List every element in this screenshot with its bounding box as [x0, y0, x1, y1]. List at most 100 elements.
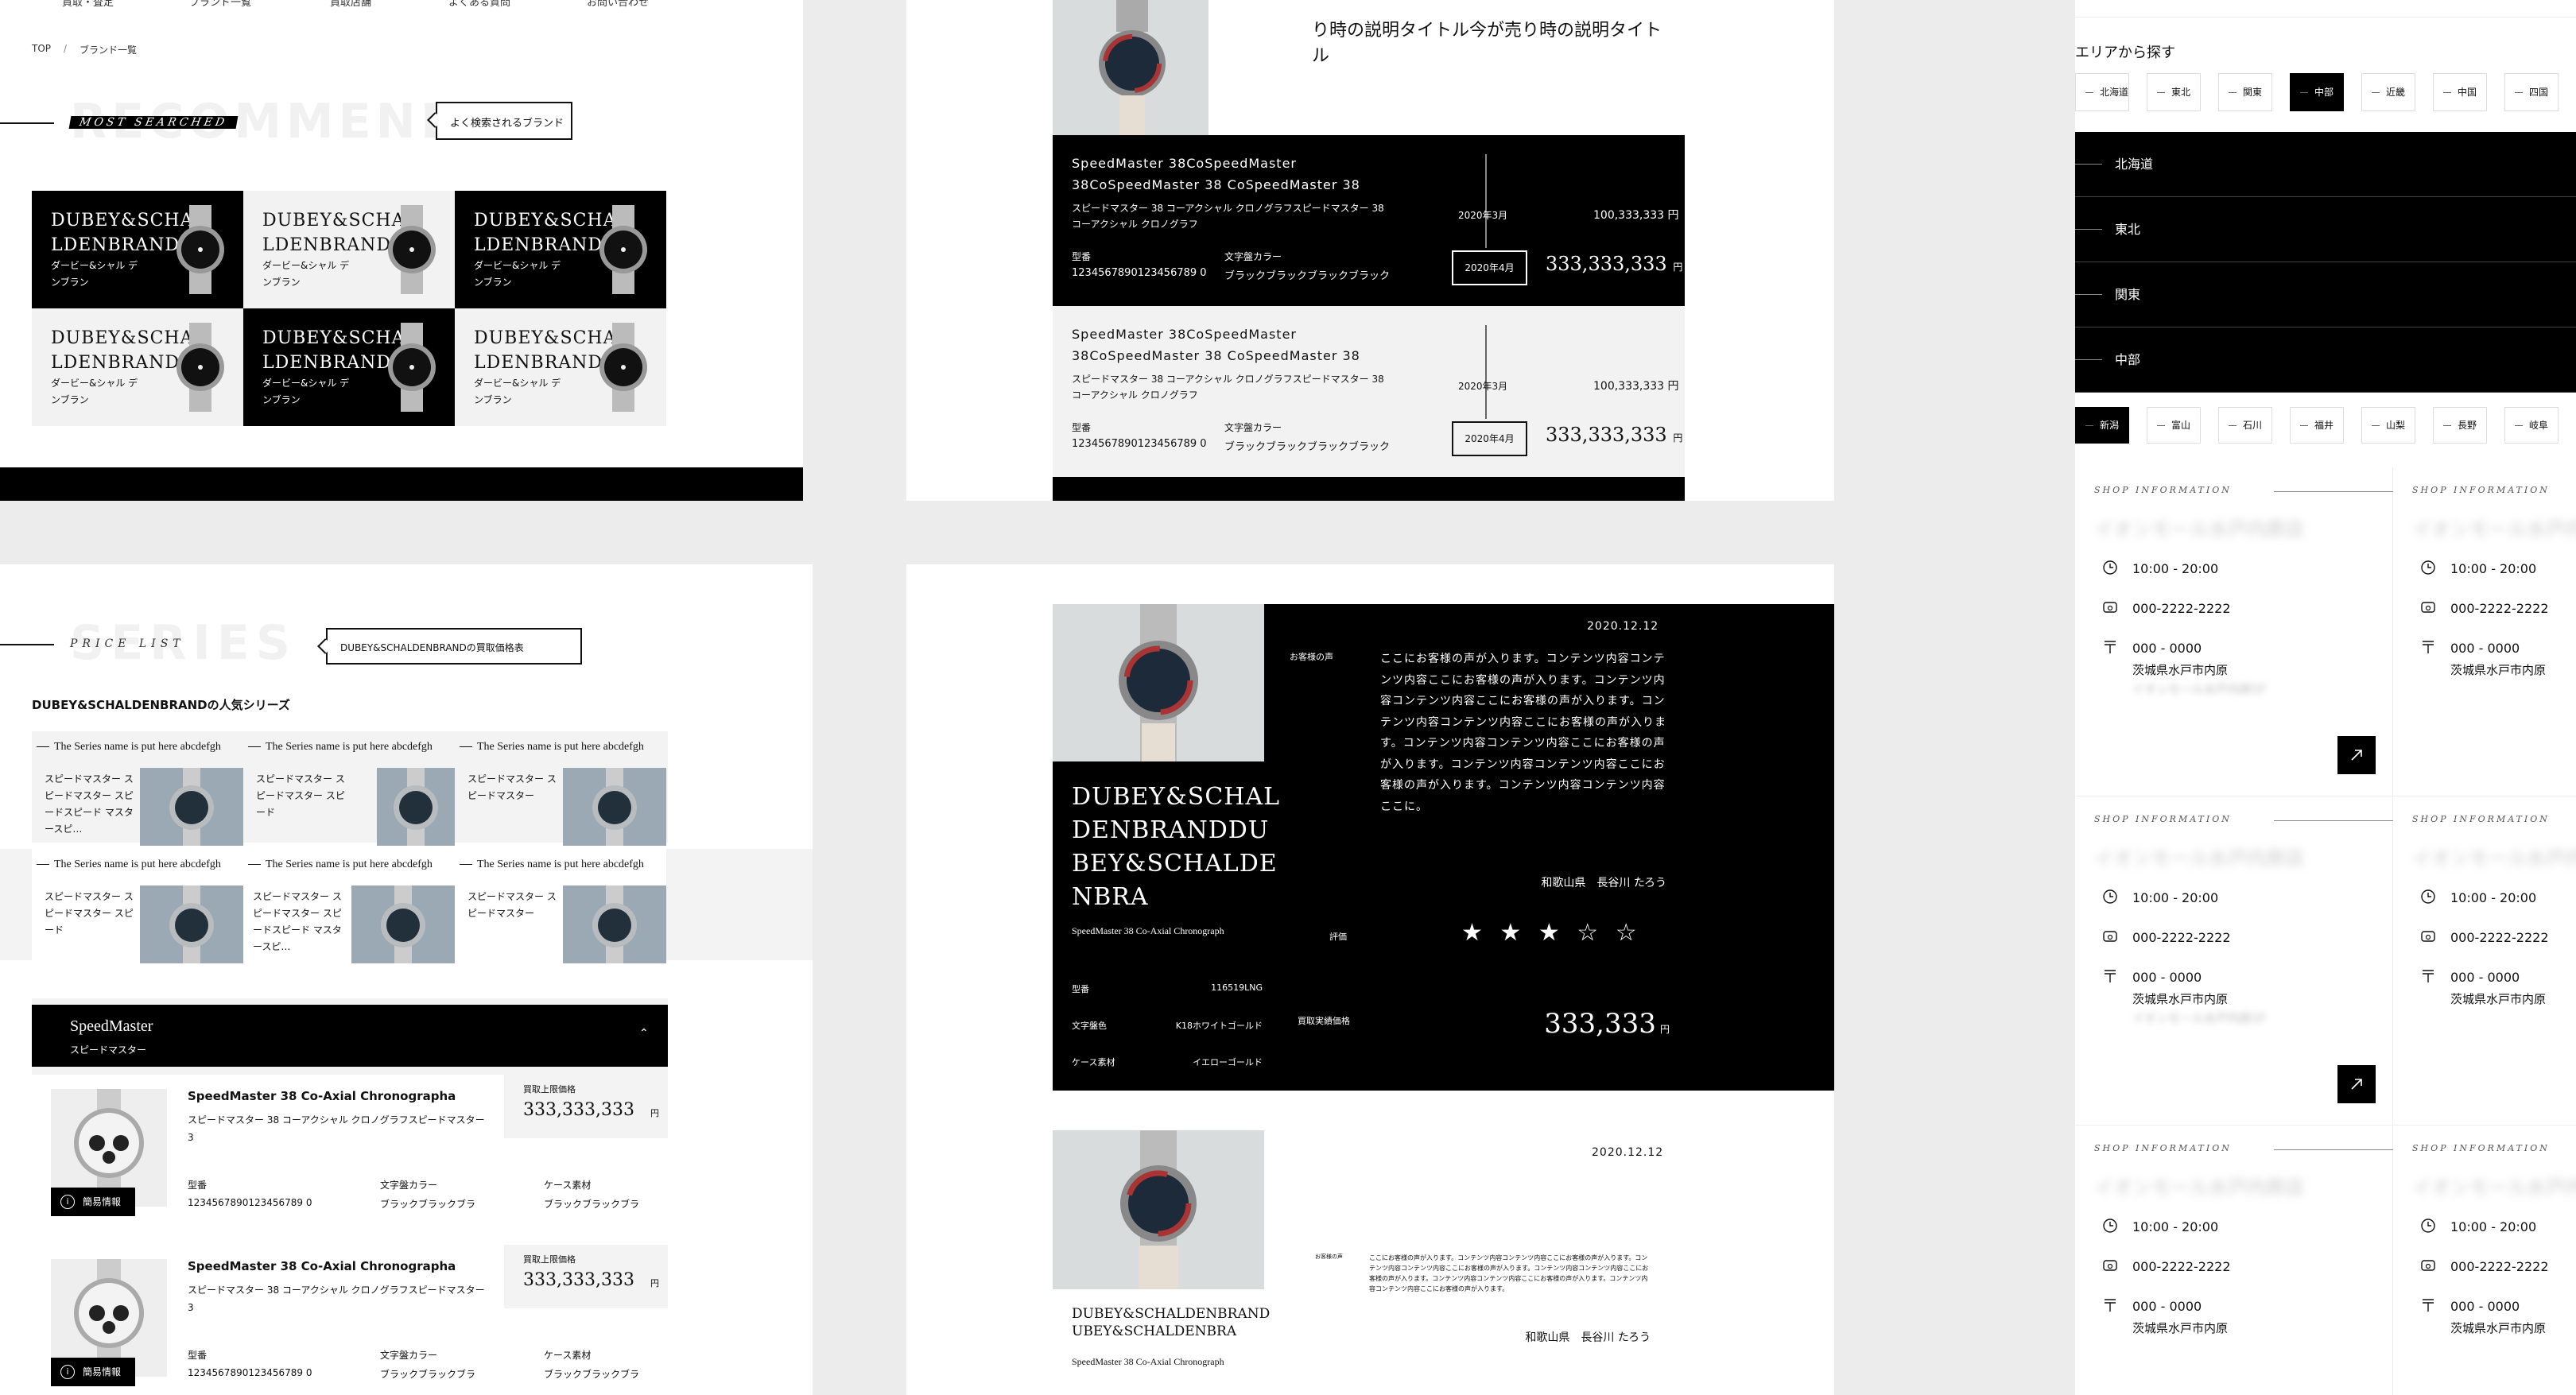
shop-card[interactable]: SHOP INFORMATION イオンモール水戸内原店 10:00 - 20:… — [2393, 796, 2576, 1126]
shop-phone[interactable]: 000-2222-2222 — [2132, 601, 2231, 616]
shop-address: 茨城県水戸市内原 — [2132, 663, 2229, 677]
shop-header: SHOP INFORMATION — [2094, 485, 2232, 495]
panel-series-list: SERIES PRICE LIST DUBEY&SCHALDENBRANDの買取… — [0, 564, 813, 1395]
nav-item-faq[interactable]: よくある質問 — [448, 0, 510, 9]
review-model: SpeedMaster 38 Co-Axial Chronograph — [1072, 925, 1224, 936]
shop-card[interactable]: SHOP INFORMATION イオンモール水戸内原店 10:00 - 20:… — [2393, 1126, 2576, 1395]
series-desc: スピードマスター スピードマスター スピードスピード マスタースピ… — [253, 891, 342, 952]
review-card-light: DUBEY&SCHALDENBRAND UBEY&SCHALDENBRA Spe… — [1053, 1130, 1684, 1395]
dial-value: ブラックブラックブラックブラック — [1224, 441, 1391, 453]
yen-unit: 円 — [1673, 262, 1683, 273]
pref-button-gifu[interactable]: 岐阜 — [2504, 407, 2559, 444]
panel-price-compare: り時の説明タイトル今が売り時の説明タイトル SpeedMaster 38CoSp… — [906, 0, 1834, 501]
arrow-up-right-icon[interactable] — [2337, 736, 2376, 774]
shop-hours: 10:00 - 20:00 — [2132, 1219, 2219, 1234]
price-current: 333,333,333 円 — [1546, 424, 1682, 446]
dial-value: ブラックブラックブラ — [380, 1199, 476, 1210]
panel-brand-list: 買取・査定 ブランド一覧 買取店舗 よくある質問 お問い合わせ TOP / ブラ… — [0, 0, 803, 501]
dial-label: 文字盤カラー — [1224, 422, 1282, 433]
product-row[interactable]: i 簡易情報 SpeedMaster 38 Co-Axial Chronogra… — [32, 1075, 668, 1245]
breadcrumb-top[interactable]: TOP — [32, 43, 51, 54]
price-compare-row: SpeedMaster 38CoSpeedMaster 38CoSpeedMas… — [1053, 135, 1685, 306]
brand-card[interactable]: DUBEY&SCHA LDENBRAND ダービー&シャル デンブラン — [455, 191, 666, 308]
shop-phone[interactable]: 000-2222-2222 — [2132, 930, 2231, 945]
bubble-tail — [317, 638, 333, 654]
product-row[interactable]: i 簡易情報 SpeedMaster 38 Co-Axial Chronogra… — [32, 1245, 668, 1395]
pref-button-niigata[interactable]: 新潟 — [2075, 407, 2129, 444]
region-row-kanto[interactable]: 関東 — [2075, 262, 2576, 327]
watch-image — [595, 323, 652, 412]
arrow-up-right-icon[interactable] — [2337, 1065, 2376, 1103]
shop-hours: 10:00 - 20:00 — [2450, 561, 2537, 576]
pref-button-fukui[interactable]: 福井 — [2290, 407, 2344, 444]
region-row-chubu[interactable]: 中部 — [2075, 327, 2576, 393]
price-value: 333,333,333 — [523, 1100, 634, 1120]
postal-icon — [2423, 1299, 2434, 1312]
shop-phone[interactable]: 000-2222-2222 — [2450, 1259, 2549, 1274]
accordion-header[interactable]: SpeedMaster スピードマスター ⌃ — [32, 1005, 668, 1067]
spec-value: K18ホワイトゴールド — [1175, 1021, 1263, 1031]
shop-header: SHOP INFORMATION — [2412, 814, 2550, 824]
brand-card[interactable]: DUBEY&SCHA LDENBRAND ダービー&シャル デンブラン — [243, 191, 455, 308]
area-button-hokkaido[interactable]: 北海道 — [2075, 73, 2129, 111]
nav-item-contact[interactable]: お問い合わせ — [587, 0, 649, 9]
brand-kana: ダービー&シャル デンブラン — [262, 378, 350, 405]
review-text: ここにお客様の声が入ります。コンテンツ内容コンテンツ内容ここにお客様の声が入りま… — [1369, 1254, 1649, 1292]
watch-image — [172, 205, 229, 294]
spec-label: 型番 — [1072, 984, 1089, 994]
chevron-up-icon[interactable]: ⌃ — [639, 1027, 649, 1040]
series-name: The Series name is put here abcdefgh — [248, 741, 433, 754]
clock-icon — [2421, 889, 2435, 904]
brand-card[interactable]: DUBEY&SCHA LDENBRAND ダービー&シャル デンブラン — [243, 308, 455, 426]
area-button-kanto[interactable]: 関東 — [2218, 73, 2272, 111]
voice-label: お客様の声 — [1290, 652, 1333, 662]
shop-header: SHOP INFORMATION — [2094, 1143, 2232, 1153]
shop-hours: 10:00 - 20:00 — [2450, 890, 2537, 905]
price-prev: 100,333,333 円 — [1593, 380, 1679, 393]
shop-phone[interactable]: 000-2222-2222 — [2132, 1259, 2231, 1274]
area-button-chubu[interactable]: 中部 — [2290, 73, 2344, 111]
area-button-chugoku[interactable]: 中国 — [2433, 73, 2487, 111]
series-card[interactable]: The Series name is put here abcdefgh スピー… — [243, 849, 455, 963]
info-icon: i — [60, 1195, 75, 1209]
pref-button-ishikawa[interactable]: 石川 — [2218, 407, 2272, 444]
pref-button-yamanashi[interactable]: 山梨 — [2361, 407, 2415, 444]
series-card[interactable]: The Series name is put here abcdefgh スピー… — [32, 731, 243, 846]
shop-postal: 000 - 0000 — [2132, 1299, 2202, 1314]
shop-card[interactable]: SHOP INFORMATION イオンモール水戸内原店 10:00 - 20:… — [2075, 1126, 2393, 1395]
pref-button-nagano[interactable]: 長野 — [2433, 407, 2487, 444]
shop-card[interactable]: SHOP INFORMATION イオンモール水戸内原店 10:00 - 20:… — [2075, 796, 2393, 1126]
yen-unit: 円 — [1673, 432, 1683, 444]
area-button-tohoku[interactable]: 東北 — [2147, 73, 2201, 111]
info-button[interactable]: i 簡易情報 — [51, 1358, 135, 1386]
region-row-tohoku[interactable]: 東北 — [2075, 197, 2576, 262]
spec-value: イエローゴールド — [1193, 1057, 1263, 1068]
shop-header-line — [2274, 491, 2393, 492]
panel-reviews: DUBEY&SCHAL DENBRANDDU BEY&SCHALDE NBRA … — [906, 564, 1834, 1395]
brand-kana: ダービー&シャル デンブラン — [474, 378, 561, 405]
nav-item-brands[interactable]: ブランド一覧 — [189, 0, 251, 9]
region-row-hokkaido[interactable]: 北海道 — [2075, 132, 2576, 197]
shop-card[interactable]: SHOP INFORMATION イオンモール水戸内原店 10:00 - 20:… — [2393, 467, 2576, 796]
brand-card[interactable]: DUBEY&SCHA LDENBRAND ダービー&シャル デンブラン — [32, 191, 243, 308]
breadcrumb-current: ブランド一覧 — [80, 45, 138, 56]
shop-phone[interactable]: 000-2222-2222 — [2450, 601, 2549, 616]
info-button[interactable]: i 簡易情報 — [51, 1188, 135, 1216]
nav-item-kaitori[interactable]: 買取・査定 — [62, 0, 114, 9]
dial-value: ブラックブラックブラ — [380, 1369, 476, 1380]
series-name: The Series name is put here abcdefgh — [460, 741, 644, 754]
series-card[interactable]: The Series name is put here abcdefgh スピー… — [455, 731, 666, 846]
brand-card[interactable]: DUBEY&SCHA LDENBRAND ダービー&シャル デンブラン — [32, 308, 243, 426]
brand-card[interactable]: DUBEY&SCHA LDENBRAND ダービー&シャル デンブラン — [455, 308, 666, 426]
series-card[interactable]: The Series name is put here abcdefgh スピー… — [243, 731, 455, 846]
area-button-shikoku[interactable]: 四国 — [2504, 73, 2559, 111]
series-card[interactable]: The Series name is put here abcdefgh スピー… — [32, 849, 243, 963]
shop-phone[interactable]: 000-2222-2222 — [2450, 930, 2549, 945]
section-bubble: よく検索されるブランド — [427, 102, 572, 140]
model-value: 1234567890123456789 0 — [188, 1367, 312, 1378]
pref-button-toyama[interactable]: 富山 — [2147, 407, 2201, 444]
nav-item-shops[interactable]: 買取店舗 — [330, 0, 371, 9]
shop-card[interactable]: SHOP INFORMATION イオンモール水戸内原店 10:00 - 20:… — [2075, 467, 2393, 796]
area-button-kinki[interactable]: 近畿 — [2361, 73, 2415, 111]
series-card[interactable]: The Series name is put here abcdefgh スピー… — [455, 849, 666, 963]
